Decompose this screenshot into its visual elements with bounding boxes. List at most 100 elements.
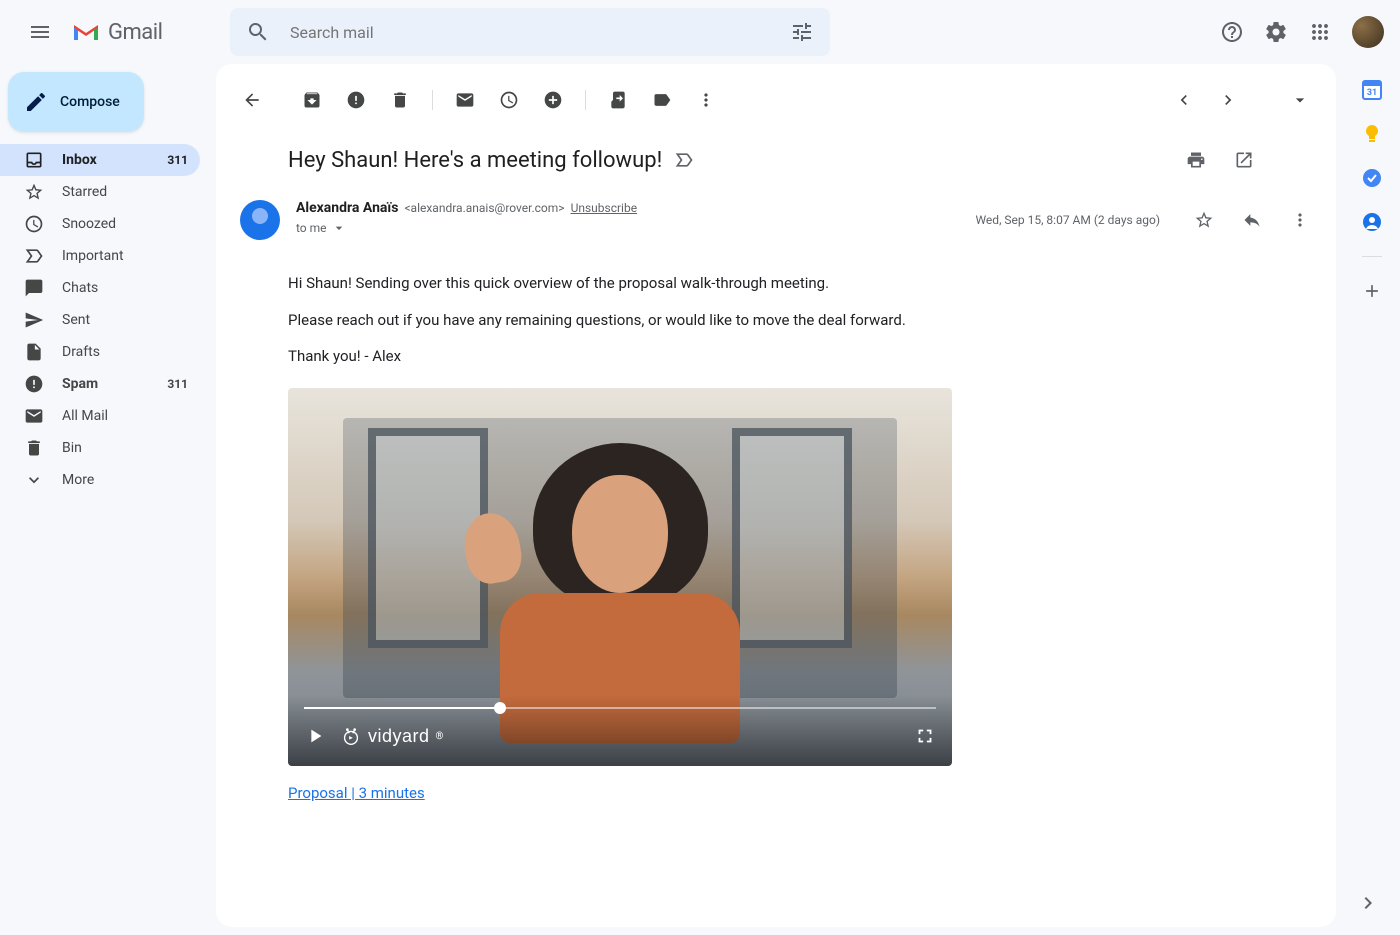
more-vert-icon	[1290, 210, 1310, 230]
gmail-logo-icon	[72, 21, 100, 43]
email-subject: Hey Shaun! Here's a meeting followup!	[288, 148, 662, 173]
search-bar[interactable]	[230, 8, 830, 56]
chevron-left-icon	[1174, 90, 1194, 110]
star-outline-icon	[1194, 210, 1214, 230]
nav-label: Drafts	[62, 344, 188, 360]
message-toolbar	[216, 72, 1336, 128]
tasks-app-button[interactable]	[1362, 168, 1382, 188]
reply-button[interactable]	[1232, 200, 1272, 240]
sender-avatar[interactable]	[240, 200, 280, 240]
nav-count: 311	[167, 377, 188, 391]
vidyard-brand-text: vidyard	[368, 723, 430, 750]
newer-button[interactable]	[1208, 80, 1248, 120]
video-progress-bar[interactable]	[304, 707, 936, 709]
snooze-button[interactable]	[489, 80, 529, 120]
nav-label: All Mail	[62, 408, 188, 424]
open-in-new-icon	[1234, 150, 1254, 170]
apps-grid-icon	[1308, 20, 1332, 44]
svg-text:31: 31	[1367, 88, 1377, 98]
settings-button[interactable]	[1256, 12, 1296, 52]
nav-label: Chats	[62, 280, 188, 296]
video-thumbnail[interactable]: vidyard ®	[288, 388, 952, 766]
recipient-line[interactable]: to me	[296, 220, 959, 236]
header: Gmail	[0, 0, 1400, 64]
main-menu-button[interactable]	[16, 8, 64, 56]
to-label: to me	[296, 221, 327, 235]
add-task-icon	[543, 90, 563, 110]
mail-icon	[24, 406, 44, 426]
account-avatar[interactable]	[1352, 16, 1384, 48]
print-button[interactable]	[1176, 140, 1216, 180]
pencil-icon	[24, 90, 48, 114]
input-tools-button[interactable]	[1280, 80, 1320, 120]
report-spam-button[interactable]	[336, 80, 376, 120]
nav-label: Sent	[62, 312, 188, 328]
vidyard-brand: vidyard ®	[340, 723, 444, 750]
support-button[interactable]	[1212, 12, 1252, 52]
nav-label: More	[62, 472, 188, 488]
tasks-icon	[1362, 168, 1382, 188]
contacts-icon	[1362, 212, 1382, 232]
older-button[interactable]	[1164, 80, 1204, 120]
caret-down-icon	[1290, 90, 1310, 110]
play-icon[interactable]	[304, 725, 326, 747]
side-panel: 31	[1344, 64, 1400, 935]
label-important-icon[interactable]	[674, 150, 694, 170]
back-button[interactable]	[232, 80, 272, 120]
calendar-icon: 31	[1362, 80, 1382, 100]
arrow-back-icon	[242, 90, 262, 110]
sidebar: Compose Inbox311StarredSnoozed Important C…	[0, 64, 216, 935]
keep-app-button[interactable]	[1362, 124, 1382, 144]
open-new-window-button[interactable]	[1224, 140, 1264, 180]
star-icon	[24, 182, 44, 202]
body-paragraph-3: Thank you! - Alex	[288, 345, 1264, 368]
nav-item-inbox[interactable]: Inbox311	[0, 144, 200, 176]
search-icon-button[interactable]	[238, 12, 278, 52]
archive-button[interactable]	[292, 80, 332, 120]
search-input[interactable]	[282, 23, 778, 42]
draft-icon	[24, 342, 44, 362]
nav-item-all-mail[interactable]: All Mail	[0, 400, 200, 432]
nav-item-sent[interactable]: Sent	[0, 304, 200, 336]
nav-item-chats[interactable]: Chats	[0, 272, 200, 304]
clock-icon	[499, 90, 519, 110]
delete-button[interactable]	[380, 80, 420, 120]
contacts-app-button[interactable]	[1362, 212, 1382, 232]
clock-icon	[24, 214, 44, 234]
nav-item-drafts[interactable]: Drafts	[0, 336, 200, 368]
reply-icon	[1242, 210, 1262, 230]
fullscreen-icon[interactable]	[914, 725, 936, 747]
get-addons-button[interactable]	[1362, 281, 1382, 301]
dropdown-icon	[331, 220, 347, 236]
print-icon	[1186, 150, 1206, 170]
chat-icon	[24, 278, 44, 298]
message-more-button[interactable]	[1280, 200, 1320, 240]
search-options-button[interactable]	[782, 12, 822, 52]
gmail-logo[interactable]: Gmail	[72, 20, 222, 45]
move-to-button[interactable]	[598, 80, 638, 120]
nav-item-more[interactable]: More	[0, 464, 200, 496]
add-to-tasks-button[interactable]	[533, 80, 573, 120]
labels-button[interactable]	[642, 80, 682, 120]
mail-icon	[455, 90, 475, 110]
more-actions-button[interactable]	[686, 80, 726, 120]
nav-item-spam[interactable]: Spam311	[0, 368, 200, 400]
side-panel-collapse-button[interactable]	[1356, 891, 1380, 915]
plus-icon	[1362, 281, 1382, 301]
nav-item-important[interactable]: Important	[0, 240, 200, 272]
header-actions	[1212, 12, 1384, 52]
mark-unread-button[interactable]	[445, 80, 485, 120]
email-date: Wed, Sep 15, 8:07 AM (2 days ago)	[975, 213, 1160, 227]
video-title-link[interactable]: Proposal | 3 minutes	[288, 782, 425, 805]
google-apps-button[interactable]	[1300, 12, 1340, 52]
star-button[interactable]	[1184, 200, 1224, 240]
gmail-logo-text: Gmail	[108, 20, 162, 45]
calendar-app-button[interactable]: 31	[1362, 80, 1382, 100]
sender-name: Alexandra Anaïs	[296, 200, 398, 216]
nav-item-starred[interactable]: Starred	[0, 176, 200, 208]
compose-button[interactable]: Compose	[8, 72, 144, 132]
nav-label: Important	[62, 248, 188, 264]
nav-item-snoozed[interactable]: Snoozed	[0, 208, 200, 240]
unsubscribe-link[interactable]: Unsubscribe	[571, 201, 638, 215]
nav-item-bin[interactable]: Bin	[0, 432, 200, 464]
